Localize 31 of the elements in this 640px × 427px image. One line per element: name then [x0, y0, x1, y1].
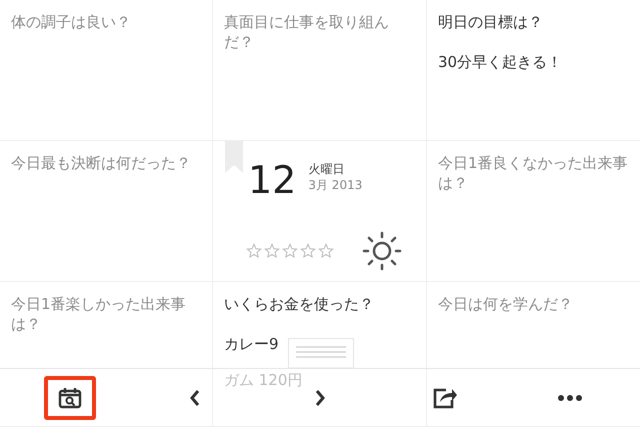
answer-text: カレー9	[224, 334, 279, 354]
grid-cell[interactable]: 今日1番楽しかった出来事は？	[0, 282, 213, 427]
question-text: 明日の目標は？	[438, 12, 544, 32]
grid-cell[interactable]: 体の調子は良い？	[0, 0, 213, 141]
month-year-text: 3月 2013	[308, 177, 362, 193]
star-icon[interactable]	[264, 243, 280, 259]
sun-icon[interactable]	[362, 231, 402, 271]
answer-text: 30分早く起きる！	[438, 52, 562, 72]
grid-cell[interactable]: 今日最も決断は何だった？	[0, 141, 213, 282]
question-text: 今日1番楽しかった出来事は？	[11, 294, 187, 334]
more-icon[interactable]	[556, 394, 583, 402]
grid-cell[interactable]: 明日の目標は？ 30分早く起きる！	[427, 0, 640, 141]
question-text: いくらお金を使った？	[224, 294, 375, 314]
star-icon[interactable]	[246, 243, 262, 259]
star-icon[interactable]	[300, 243, 316, 259]
day-number: 12	[248, 159, 296, 201]
question-text: 今日最も決断は何だった？	[11, 153, 192, 173]
answer-text: ガム 120円	[224, 370, 302, 390]
star-icon[interactable]	[282, 243, 298, 259]
question-text: 今日1番良くなかった出来事は？	[438, 153, 629, 193]
weekday-text: 火曜日	[308, 161, 346, 177]
star-icon[interactable]	[318, 243, 334, 259]
calendar-search-icon[interactable]	[58, 387, 82, 409]
question-text: 体の調子は良い？	[11, 12, 132, 32]
drag-handle[interactable]	[288, 338, 354, 368]
grid-cell[interactable]: 今日1番良くなかった出来事は？	[427, 141, 640, 282]
share-icon[interactable]	[432, 386, 458, 410]
question-text: 真面目に仕事を取り組んだ？	[224, 12, 390, 52]
calendar-search-button[interactable]	[44, 376, 96, 420]
question-text: 今日は何を学んだ？	[438, 294, 574, 314]
grid-cell[interactable]: 真面目に仕事を取り組んだ？	[213, 0, 427, 141]
